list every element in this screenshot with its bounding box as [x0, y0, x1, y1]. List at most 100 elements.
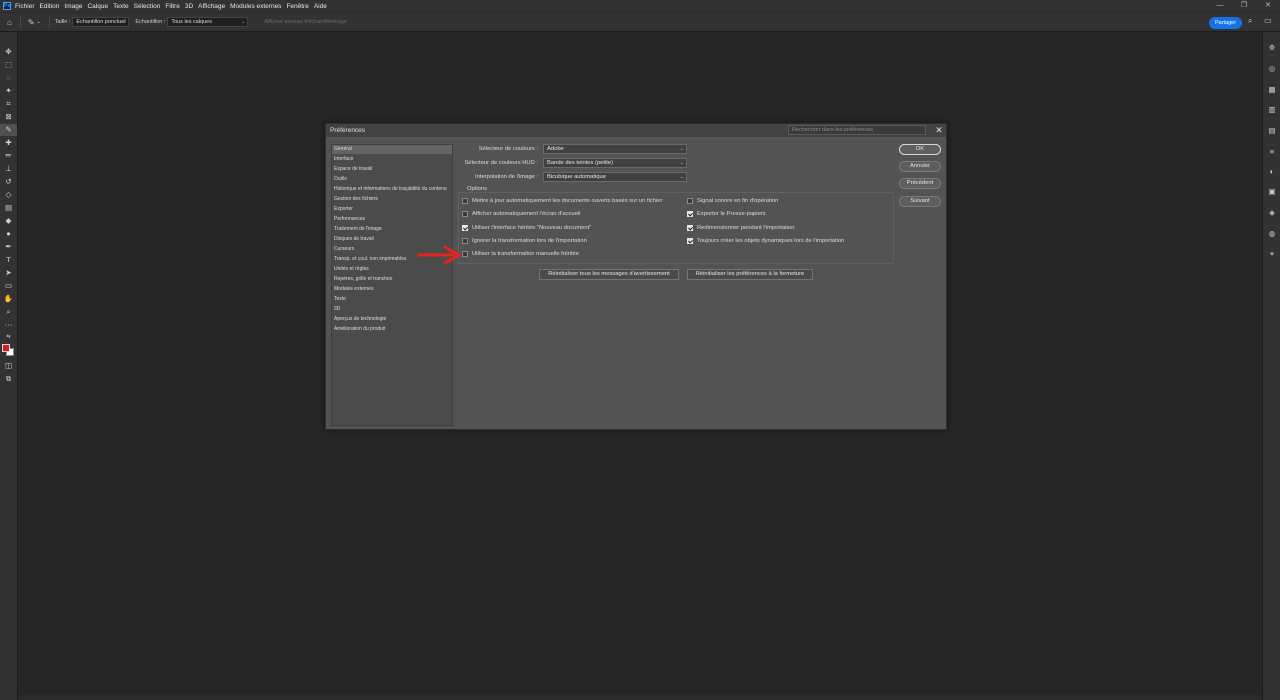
menu-3d[interactable]: 3D	[185, 3, 193, 10]
hud-picker-select[interactable]: Bande des teintes (petite) ⌄	[543, 158, 687, 168]
move-tool-icon[interactable]: ✥	[0, 46, 17, 58]
libraries-panel-icon[interactable]: ▣	[1263, 186, 1280, 198]
checkbox-resize-on-place[interactable]	[687, 225, 693, 231]
interpolation-select[interactable]: Bicubique automatique ⌄	[543, 172, 687, 182]
category-product-improvement[interactable]: Amélioration du produit	[332, 325, 452, 334]
category-image-processing[interactable]: Traitement de l'image	[332, 225, 452, 234]
healing-brush-tool-icon[interactable]: ✚	[0, 137, 17, 149]
share-button[interactable]: Partager	[1209, 17, 1242, 29]
checkbox-auto-update-docs[interactable]	[462, 198, 468, 204]
sample-select[interactable]: Tous les calques ⌄	[167, 17, 249, 27]
foreground-color-swatch[interactable]	[2, 344, 10, 352]
chevron-down-icon[interactable]: ⌄	[37, 19, 41, 25]
crop-tool-icon[interactable]: ⌗	[0, 98, 17, 110]
close-app-button[interactable]: ✕	[1256, 0, 1280, 12]
history-brush-tool-icon[interactable]: ↺	[0, 176, 17, 188]
dodge-tool-icon[interactable]: ●	[0, 228, 17, 240]
frame-tool-icon[interactable]: ⊠	[0, 111, 17, 123]
checkbox-always-smart-objects[interactable]	[687, 238, 693, 244]
category-export[interactable]: Exporter	[332, 205, 452, 214]
rectangle-tool-icon[interactable]: ▭	[0, 280, 17, 292]
category-3d[interactable]: 3D	[332, 305, 452, 314]
checkbox-show-home-screen[interactable]	[462, 211, 468, 217]
minimize-button[interactable]: —	[1208, 0, 1232, 12]
more-tools-icon[interactable]: ⋯	[0, 319, 17, 331]
menu-aide[interactable]: Aide	[314, 3, 327, 10]
show-sampling-ring-checkbox[interactable]: Afficher anneau d'échantillonnage	[264, 19, 347, 25]
size-select[interactable]: Echantillon ponctuel ⌄	[72, 17, 130, 27]
options-bar: ⌂ ✎ ⌄ Taille : Echantillon ponctuel ⌄ Ech…	[0, 12, 1280, 32]
eyedropper-icon[interactable]: ✎	[28, 18, 35, 27]
previous-button[interactable]: Précédent	[899, 178, 941, 189]
blur-tool-icon[interactable]: ◆	[0, 215, 17, 227]
category-general[interactable]: Général	[332, 145, 452, 154]
pen-tool-icon[interactable]: ✒	[0, 241, 17, 253]
gradient-tool-icon[interactable]: ▤	[0, 202, 17, 214]
reset-warnings-button[interactable]: Réinitialiser tous les messages d'averti…	[539, 269, 679, 280]
eyedropper-tool-icon[interactable]: ✎	[0, 124, 17, 136]
screen-mode-icon[interactable]: ⧉	[0, 373, 17, 385]
checkbox-beep-when-done[interactable]	[687, 198, 693, 204]
menu-modules-externes[interactable]: Modules externes	[230, 3, 281, 10]
swatches-panel-icon[interactable]: ▦	[1263, 84, 1280, 96]
menu-affichage[interactable]: Affichage	[198, 3, 225, 10]
ok-button[interactable]: OK	[899, 144, 941, 155]
properties-panel-icon[interactable]: ≡	[1263, 146, 1280, 158]
patterns-panel-icon[interactable]: ▤	[1263, 125, 1280, 137]
reset-preferences-button[interactable]: Réinitialiser les préférences à la ferme…	[687, 269, 813, 280]
color-panel-icon[interactable]: ◎	[1263, 63, 1280, 75]
restore-button[interactable]: ❐	[1232, 0, 1256, 12]
search-icon[interactable]: ⌕	[1248, 16, 1252, 26]
lasso-tool-icon[interactable]: ◌	[0, 72, 17, 84]
category-type[interactable]: Texte	[332, 295, 452, 304]
channels-panel-icon[interactable]: ◍	[1263, 228, 1280, 240]
adjustments-panel-icon[interactable]: ◐	[1263, 166, 1280, 178]
menu-texte[interactable]: Texte	[113, 3, 129, 10]
menu-fenetre[interactable]: Fenêtre	[286, 3, 308, 10]
menu-image[interactable]: Image	[64, 3, 82, 10]
checkbox-legacy-new-document[interactable]	[462, 225, 468, 231]
category-plugins[interactable]: Modules externes	[332, 285, 452, 294]
menu-filtre[interactable]: Filtre	[165, 3, 179, 10]
preferences-search-input[interactable]: Rechercher dans les préférences	[788, 125, 926, 135]
cancel-button[interactable]: Annuler	[899, 161, 941, 172]
layers-panel-icon[interactable]: ◈	[1263, 207, 1280, 219]
category-scratch-disks[interactable]: Disques de travail	[332, 235, 452, 244]
workspace-icon[interactable]: ▭	[1264, 16, 1272, 25]
category-tools[interactable]: Outils	[332, 175, 452, 184]
category-performance[interactable]: Performances	[332, 215, 452, 224]
type-tool-icon[interactable]: T	[0, 254, 17, 266]
eraser-tool-icon[interactable]: ◇	[0, 189, 17, 201]
marquee-tool-icon[interactable]: ⬚	[0, 59, 17, 71]
paths-panel-icon[interactable]: ⌖	[1263, 248, 1280, 260]
category-file-handling[interactable]: Gestion des fichiers	[332, 195, 452, 204]
category-technology-previews[interactable]: Aperçus de technologie	[332, 315, 452, 324]
panel-strip: ⟰ ◎ ▦ ▥ ▤ ≡ ◐ ▣ ◈ ◍ ⌖	[1262, 32, 1280, 700]
learn-icon[interactable]: ⟰	[1263, 42, 1280, 54]
chevron-down-icon: ⌄	[122, 19, 127, 25]
category-history[interactable]: Historique et informations de traçabilit…	[332, 185, 452, 194]
category-workspace[interactable]: Espace de travail	[332, 165, 452, 174]
gradients-panel-icon[interactable]: ▥	[1263, 104, 1280, 116]
color-picker-select[interactable]: Adobe ⌄	[543, 144, 687, 154]
menu-selection[interactable]: Sélection	[134, 3, 161, 10]
home-icon[interactable]: ⌂	[7, 18, 12, 27]
path-selection-tool-icon[interactable]: ➤	[0, 267, 17, 279]
quick-mask-icon[interactable]: ◫	[0, 360, 17, 372]
magic-wand-tool-icon[interactable]: ✦	[0, 85, 17, 97]
skip-transform-on-place-label: Ignorer la transformation lors de l'impo…	[472, 238, 587, 244]
category-units[interactable]: Unités et règles	[332, 265, 452, 274]
swap-colors-icon[interactable]: ⇆	[0, 331, 17, 343]
category-interface[interactable]: Interface	[332, 155, 452, 164]
zoom-tool-icon[interactable]: ⌕	[0, 306, 17, 318]
close-icon[interactable]: ✕	[933, 124, 945, 137]
hand-tool-icon[interactable]: ✋	[0, 293, 17, 305]
menu-edition[interactable]: Edition	[40, 3, 60, 10]
menu-fichier[interactable]: Fichier	[15, 3, 35, 10]
stamp-tool-icon[interactable]: ⊥	[0, 163, 17, 175]
menu-calque[interactable]: Calque	[87, 3, 108, 10]
checkbox-export-clipboard[interactable]	[687, 211, 693, 217]
category-guides[interactable]: Repères, grille et tranches	[332, 275, 452, 284]
next-button[interactable]: Suivant	[899, 196, 941, 207]
brush-tool-icon[interactable]: ✏	[0, 150, 17, 162]
